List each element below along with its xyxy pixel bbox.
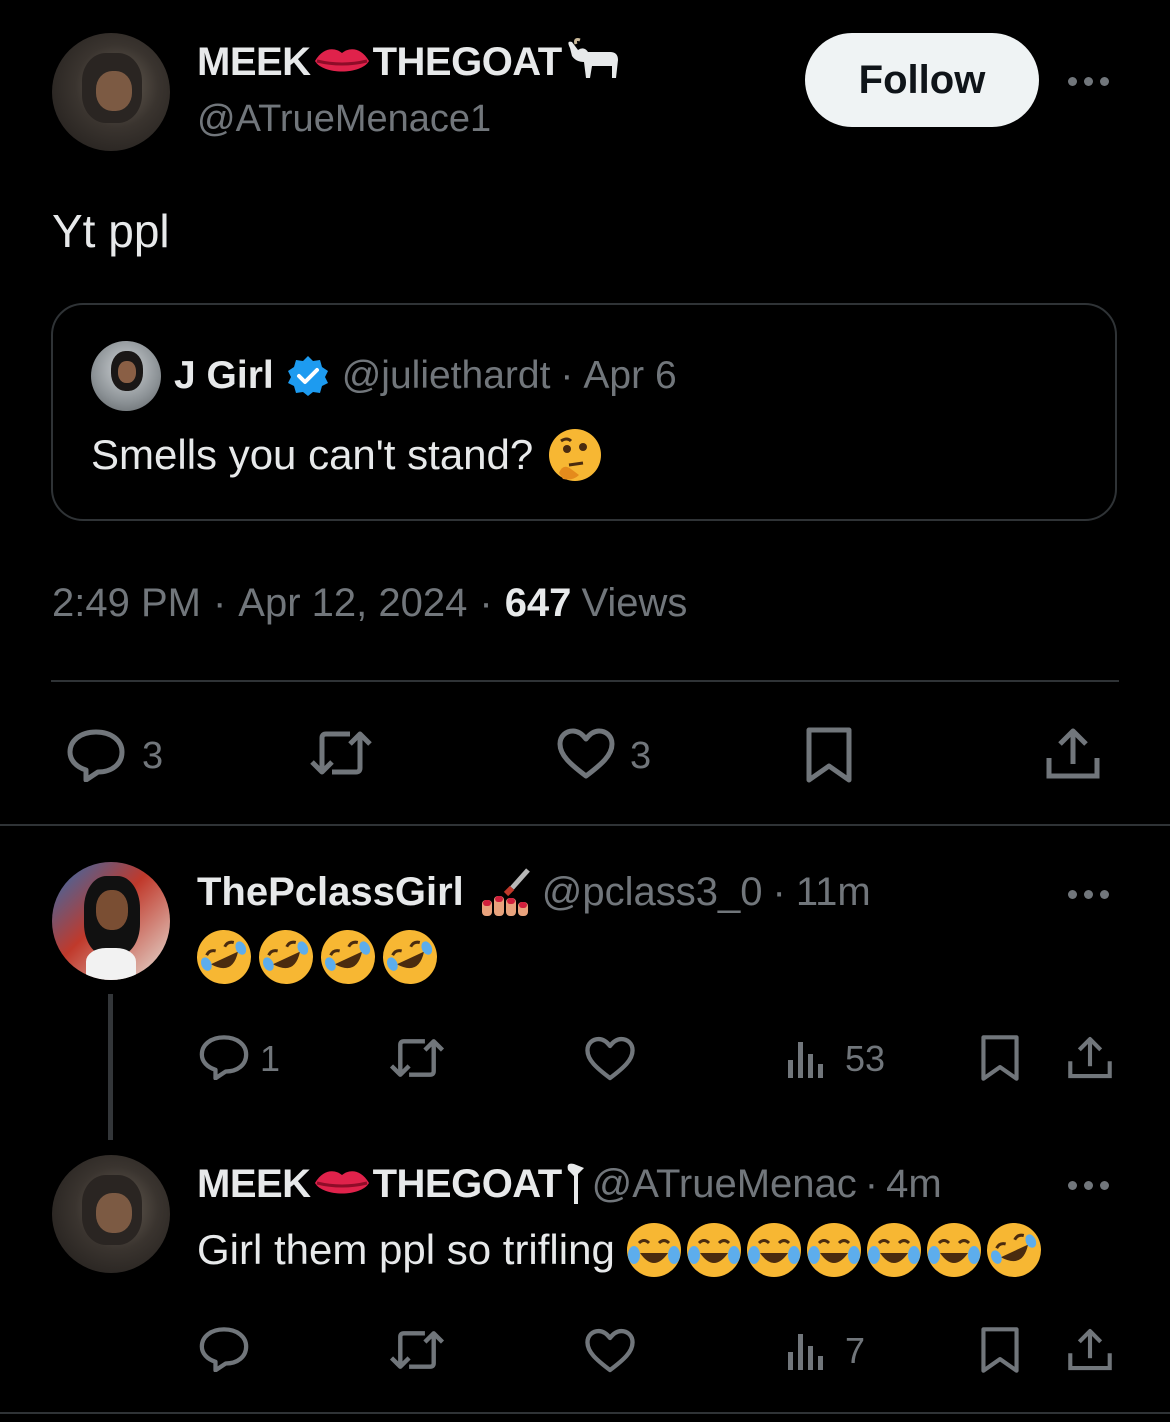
thinking-face-icon — [549, 429, 602, 481]
bookmark-icon[interactable] — [805, 726, 853, 784]
tweet-text: Yt ppl — [52, 205, 170, 257]
tears-of-joy-icon — [866, 1223, 921, 1277]
rolling-laughing-icon — [977, 1214, 1050, 1286]
reply1-text — [188, 921, 446, 993]
quoted-avatar[interactable] — [91, 341, 161, 411]
share-icon[interactable] — [1067, 1036, 1113, 1080]
quoted-tweet-card[interactable] — [51, 303, 1117, 521]
reply2-views-count: 7 — [845, 1330, 866, 1371]
quoted-date[interactable]: Apr 6 — [583, 354, 676, 398]
reply-count: 3 — [142, 735, 164, 777]
quoted-text: Smells you can't stand? — [91, 431, 534, 478]
retweet-icon[interactable] — [388, 1328, 446, 1372]
meta-sep1: · — [212, 580, 227, 625]
rolling-laughing-icon — [250, 921, 322, 993]
quoted-header: J Girl @juliethardt · Apr 6 — [174, 352, 677, 400]
reply2-name-part1[interactable]: MEEK — [197, 1162, 311, 1207]
reply-icon[interactable] — [66, 728, 126, 782]
reply1-handle[interactable]: @pclass3_0 — [542, 870, 763, 915]
rolling-laughing-icon — [374, 921, 446, 993]
follow-button[interactable]: Follow — [805, 33, 1039, 127]
reply1-age[interactable]: 11m — [796, 870, 871, 915]
tweet-meta: 2:49 PM · Apr 12, 2024 · 647 Views — [52, 578, 687, 628]
reply1-views-count: 53 — [845, 1038, 886, 1079]
retweet-icon[interactable] — [388, 1036, 446, 1080]
quoted-text-row: Smells you can't stand? — [91, 426, 602, 484]
tears-of-joy-icon — [926, 1223, 981, 1277]
bookmark-icon[interactable] — [980, 1326, 1020, 1374]
share-icon[interactable] — [1067, 1328, 1113, 1372]
reply2-text-row: Girl them ppl so trifling — [197, 1214, 1050, 1286]
goat-icon — [564, 38, 622, 86]
reply2-avatar[interactable] — [52, 1155, 170, 1273]
author-name-part1: MEEK — [197, 39, 311, 84]
thread-line — [108, 994, 113, 1140]
nail-polish-icon — [476, 866, 532, 918]
reply-icon[interactable] — [198, 1034, 250, 1080]
author-name-part2: THEGOAT — [372, 39, 563, 84]
tweet-time[interactable]: 2:49 PM — [52, 581, 201, 626]
quoted-display-name[interactable]: J Girl — [174, 354, 274, 398]
reply-icon[interactable] — [198, 1326, 250, 1372]
reply2-sep: · — [864, 1161, 879, 1206]
reply1-header: ThePclassGirl @pclass3_0 · 11m — [197, 866, 871, 918]
like-count: 3 — [630, 735, 652, 777]
more-icon[interactable] — [1068, 890, 1109, 899]
reply1-reply-count: 1 — [260, 1038, 281, 1079]
divider-thread — [0, 824, 1170, 826]
like-icon[interactable] — [584, 1328, 636, 1374]
author-name[interactable]: MEEK THEGOAT — [197, 38, 622, 86]
tears-of-joy-icon — [686, 1223, 741, 1277]
author-avatar[interactable] — [52, 33, 170, 151]
divider-bottom — [0, 1412, 1170, 1414]
divider-top — [51, 680, 1119, 682]
lips-icon — [313, 45, 371, 79]
views-count: 647 — [504, 580, 572, 625]
reply2-name-part2[interactable]: THEGOAT — [373, 1162, 563, 1207]
views-icon[interactable] — [786, 1036, 826, 1080]
lips-icon — [313, 1167, 371, 1201]
more-icon[interactable] — [1068, 77, 1109, 86]
reply2-header: MEEK THEGOAT @ATrueMenac · 4m — [197, 1158, 1047, 1210]
meta-sep2: · — [479, 580, 493, 625]
rolling-laughing-icon — [312, 921, 384, 993]
share-icon[interactable] — [1045, 728, 1101, 780]
reply2-age[interactable]: 4m — [886, 1162, 942, 1207]
tears-of-joy-icon — [626, 1223, 681, 1277]
reply1-display-name[interactable]: ThePclassGirl — [197, 870, 464, 915]
quoted-handle[interactable]: @juliethardt — [342, 354, 551, 398]
like-icon[interactable] — [584, 1036, 636, 1082]
author-handle[interactable]: @ATrueMenace1 — [197, 98, 491, 141]
goat-icon — [564, 1160, 586, 1208]
reply1-sep: · — [772, 869, 786, 914]
retweet-icon[interactable] — [308, 728, 374, 778]
reply2-handle[interactable]: @ATrueMenac — [592, 1162, 857, 1207]
more-icon[interactable] — [1068, 1181, 1109, 1190]
reply1-avatar[interactable] — [52, 862, 170, 980]
tears-of-joy-icon — [806, 1223, 861, 1277]
verified-badge-icon — [286, 354, 330, 398]
like-icon[interactable] — [556, 728, 616, 780]
rolling-laughing-icon — [188, 921, 260, 993]
tweet-date[interactable]: Apr 12, 2024 — [238, 581, 467, 626]
bookmark-icon[interactable] — [980, 1034, 1020, 1082]
views-label: Views — [581, 580, 688, 625]
views-icon[interactable] — [786, 1328, 826, 1372]
tears-of-joy-icon — [746, 1223, 801, 1277]
quoted-sep: · — [560, 354, 574, 397]
reply2-text: Girl them ppl so trifling — [197, 1226, 615, 1273]
